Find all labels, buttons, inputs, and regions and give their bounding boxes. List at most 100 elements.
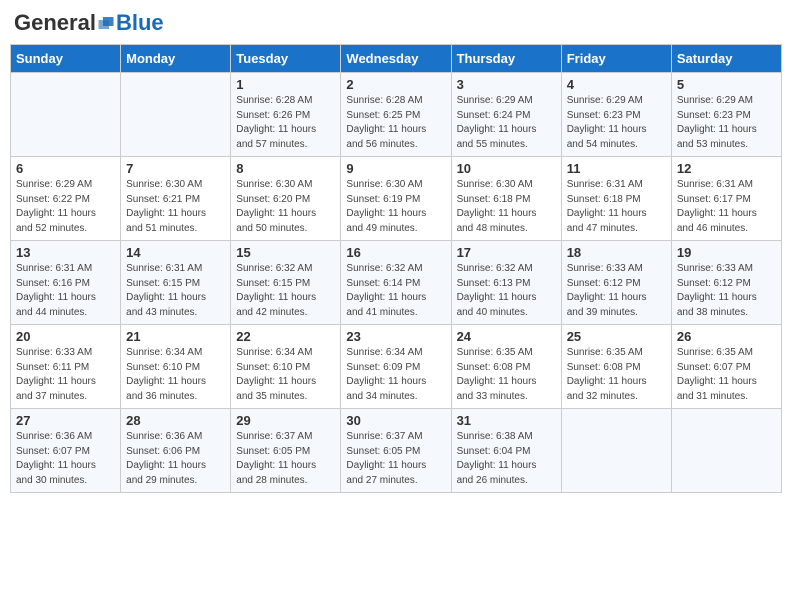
- day-info: Sunrise: 6:36 AM Sunset: 6:06 PM Dayligh…: [126, 430, 225, 488]
- day-number: 11: [567, 161, 666, 176]
- weekday-header-saturday: Saturday: [671, 45, 781, 73]
- day-info: Sunrise: 6:33 AM Sunset: 6:11 PM Dayligh…: [16, 346, 115, 404]
- day-info: Sunrise: 6:34 AM Sunset: 6:09 PM Dayligh…: [346, 346, 445, 404]
- day-info: Sunrise: 6:29 AM Sunset: 6:24 PM Dayligh…: [457, 94, 556, 152]
- day-number: 8: [236, 161, 335, 176]
- weekday-header-thursday: Thursday: [451, 45, 561, 73]
- day-info: Sunrise: 6:31 AM Sunset: 6:15 PM Dayligh…: [126, 262, 225, 320]
- day-number: 6: [16, 161, 115, 176]
- day-info: Sunrise: 6:28 AM Sunset: 6:26 PM Dayligh…: [236, 94, 335, 152]
- calendar-cell: 6 Sunrise: 6:29 AM Sunset: 6:22 PM Daylig…: [11, 157, 121, 241]
- calendar-cell: 21 Sunrise: 6:34 AM Sunset: 6:10 PM Dayli…: [121, 325, 231, 409]
- day-number: 24: [457, 329, 556, 344]
- day-number: 26: [677, 329, 776, 344]
- weekday-header-tuesday: Tuesday: [231, 45, 341, 73]
- day-info: Sunrise: 6:30 AM Sunset: 6:19 PM Dayligh…: [346, 178, 445, 236]
- calendar-header-row: SundayMondayTuesdayWednesdayThursdayFrid…: [11, 45, 782, 73]
- day-info: Sunrise: 6:29 AM Sunset: 6:23 PM Dayligh…: [677, 94, 776, 152]
- calendar-cell: 3Sunrise: 6:29 AM Sunset: 6:24 PM Daylig…: [451, 73, 561, 157]
- calendar-cell: 25 Sunrise: 6:35 AM Sunset: 6:08 PM Dayli…: [561, 325, 671, 409]
- day-info: Sunrise: 6:32 AM Sunset: 6:15 PM Dayligh…: [236, 262, 335, 320]
- weekday-header-monday: Monday: [121, 45, 231, 73]
- calendar-cell: 1 Sunrise: 6:28 AM Sunset: 6:26 PM Daylig…: [231, 73, 341, 157]
- logo-icon: [97, 14, 115, 32]
- calendar-cell: 18Sunrise: 6:33 AM Sunset: 6:12 PM Dayli…: [561, 241, 671, 325]
- calendar-cell: 29Sunrise: 6:37 AM Sunset: 6:05 PM Dayli…: [231, 409, 341, 493]
- calendar-cell: 15 Sunrise: 6:32 AM Sunset: 6:15 PM Dayli…: [231, 241, 341, 325]
- day-number: 2: [346, 77, 445, 92]
- calendar-cell: 19 Sunrise: 6:33 AM Sunset: 6:12 PM Dayli…: [671, 241, 781, 325]
- calendar-cell: 30Sunrise: 6:37 AM Sunset: 6:05 PM Dayli…: [341, 409, 451, 493]
- day-info: Sunrise: 6:35 AM Sunset: 6:08 PM Dayligh…: [567, 346, 666, 404]
- calendar-cell: 8 Sunrise: 6:30 AM Sunset: 6:20 PM Daylig…: [231, 157, 341, 241]
- weekday-header-friday: Friday: [561, 45, 671, 73]
- day-number: 19: [677, 245, 776, 260]
- weekday-header-sunday: Sunday: [11, 45, 121, 73]
- calendar-week-row: 13Sunrise: 6:31 AM Sunset: 6:16 PM Dayli…: [11, 241, 782, 325]
- calendar-cell: [671, 409, 781, 493]
- calendar-cell: 23 Sunrise: 6:34 AM Sunset: 6:09 PM Dayli…: [341, 325, 451, 409]
- calendar-cell: 24 Sunrise: 6:35 AM Sunset: 6:08 PM Dayli…: [451, 325, 561, 409]
- logo-general-text: General: [14, 10, 96, 36]
- day-info: Sunrise: 6:30 AM Sunset: 6:18 PM Dayligh…: [457, 178, 556, 236]
- day-number: 20: [16, 329, 115, 344]
- calendar-cell: [11, 73, 121, 157]
- day-number: 17: [457, 245, 556, 260]
- day-info: Sunrise: 6:34 AM Sunset: 6:10 PM Dayligh…: [236, 346, 335, 404]
- calendar-cell: 31Sunrise: 6:38 AM Sunset: 6:04 PM Dayli…: [451, 409, 561, 493]
- day-number: 12: [677, 161, 776, 176]
- calendar-week-row: 6 Sunrise: 6:29 AM Sunset: 6:22 PM Daylig…: [11, 157, 782, 241]
- day-info: Sunrise: 6:30 AM Sunset: 6:21 PM Dayligh…: [126, 178, 225, 236]
- calendar-cell: 2 Sunrise: 6:28 AM Sunset: 6:25 PM Daylig…: [341, 73, 451, 157]
- weekday-header-wednesday: Wednesday: [341, 45, 451, 73]
- calendar-cell: 5 Sunrise: 6:29 AM Sunset: 6:23 PM Daylig…: [671, 73, 781, 157]
- calendar-cell: 26 Sunrise: 6:35 AM Sunset: 6:07 PM Dayli…: [671, 325, 781, 409]
- day-info: Sunrise: 6:28 AM Sunset: 6:25 PM Dayligh…: [346, 94, 445, 152]
- day-info: Sunrise: 6:38 AM Sunset: 6:04 PM Dayligh…: [457, 430, 556, 488]
- page-header: General Blue: [10, 10, 782, 36]
- day-info: Sunrise: 6:32 AM Sunset: 6:14 PM Dayligh…: [346, 262, 445, 320]
- day-number: 16: [346, 245, 445, 260]
- day-number: 13: [16, 245, 115, 260]
- calendar-cell: 27 Sunrise: 6:36 AM Sunset: 6:07 PM Dayli…: [11, 409, 121, 493]
- calendar-cell: 4Sunrise: 6:29 AM Sunset: 6:23 PM Daylig…: [561, 73, 671, 157]
- calendar-cell: 9Sunrise: 6:30 AM Sunset: 6:19 PM Daylig…: [341, 157, 451, 241]
- day-number: 4: [567, 77, 666, 92]
- calendar-cell: [561, 409, 671, 493]
- day-info: Sunrise: 6:35 AM Sunset: 6:07 PM Dayligh…: [677, 346, 776, 404]
- day-info: Sunrise: 6:31 AM Sunset: 6:18 PM Dayligh…: [567, 178, 666, 236]
- logo: General Blue: [14, 10, 164, 36]
- calendar-cell: 28 Sunrise: 6:36 AM Sunset: 6:06 PM Dayli…: [121, 409, 231, 493]
- day-number: 25: [567, 329, 666, 344]
- day-number: 21: [126, 329, 225, 344]
- day-number: 10: [457, 161, 556, 176]
- day-info: Sunrise: 6:37 AM Sunset: 6:05 PM Dayligh…: [236, 430, 335, 488]
- calendar-week-row: 27 Sunrise: 6:36 AM Sunset: 6:07 PM Dayli…: [11, 409, 782, 493]
- calendar-cell: 20 Sunrise: 6:33 AM Sunset: 6:11 PM Dayli…: [11, 325, 121, 409]
- calendar-cell: 13Sunrise: 6:31 AM Sunset: 6:16 PM Dayli…: [11, 241, 121, 325]
- calendar-body: 1 Sunrise: 6:28 AM Sunset: 6:26 PM Daylig…: [11, 73, 782, 493]
- day-number: 22: [236, 329, 335, 344]
- day-number: 7: [126, 161, 225, 176]
- calendar-table: SundayMondayTuesdayWednesdayThursdayFrid…: [10, 44, 782, 493]
- day-info: Sunrise: 6:33 AM Sunset: 6:12 PM Dayligh…: [677, 262, 776, 320]
- day-number: 27: [16, 413, 115, 428]
- logo-blue-text: Blue: [116, 10, 164, 36]
- day-number: 23: [346, 329, 445, 344]
- day-info: Sunrise: 6:30 AM Sunset: 6:20 PM Dayligh…: [236, 178, 335, 236]
- day-number: 1: [236, 77, 335, 92]
- day-info: Sunrise: 6:37 AM Sunset: 6:05 PM Dayligh…: [346, 430, 445, 488]
- day-info: Sunrise: 6:32 AM Sunset: 6:13 PM Dayligh…: [457, 262, 556, 320]
- calendar-cell: 16 Sunrise: 6:32 AM Sunset: 6:14 PM Dayli…: [341, 241, 451, 325]
- calendar-cell: 17 Sunrise: 6:32 AM Sunset: 6:13 PM Dayli…: [451, 241, 561, 325]
- calendar-cell: [121, 73, 231, 157]
- day-number: 14: [126, 245, 225, 260]
- day-number: 28: [126, 413, 225, 428]
- day-number: 15: [236, 245, 335, 260]
- day-info: Sunrise: 6:36 AM Sunset: 6:07 PM Dayligh…: [16, 430, 115, 488]
- day-number: 5: [677, 77, 776, 92]
- day-info: Sunrise: 6:35 AM Sunset: 6:08 PM Dayligh…: [457, 346, 556, 404]
- day-info: Sunrise: 6:29 AM Sunset: 6:22 PM Dayligh…: [16, 178, 115, 236]
- day-number: 18: [567, 245, 666, 260]
- day-info: Sunrise: 6:34 AM Sunset: 6:10 PM Dayligh…: [126, 346, 225, 404]
